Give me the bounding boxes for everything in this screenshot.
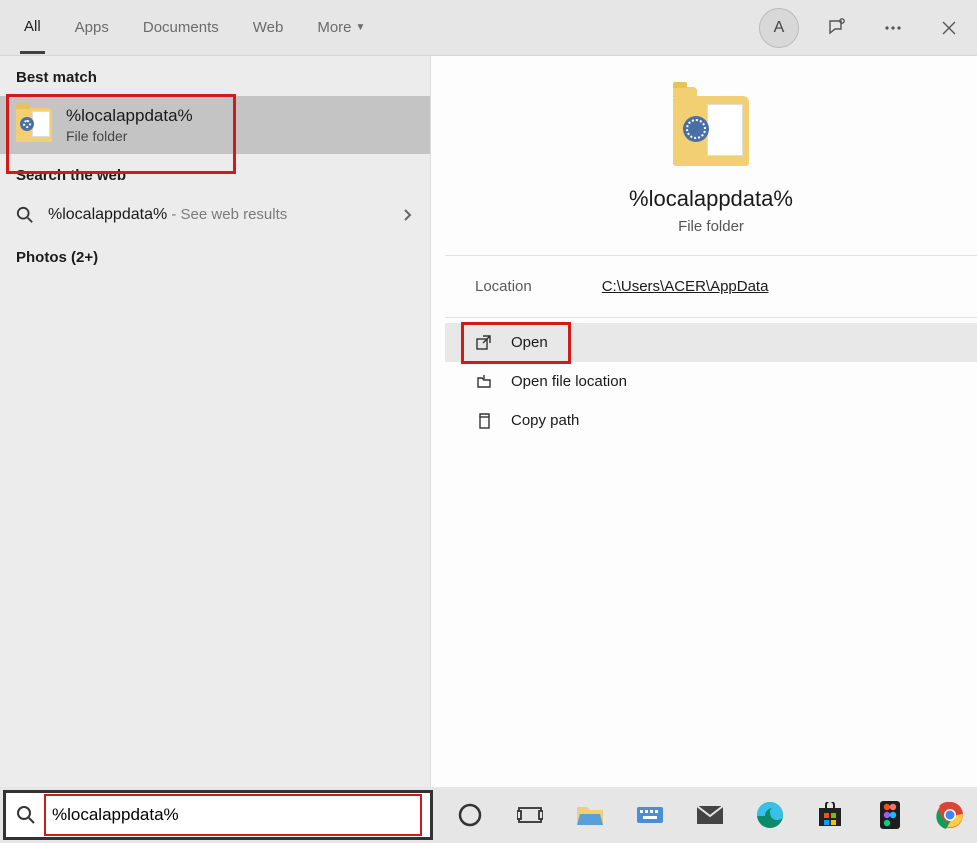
search-icon xyxy=(16,206,34,224)
web-search-result[interactable]: %localappdata% - See web results xyxy=(0,194,430,236)
search-icon xyxy=(16,805,36,825)
action-list: Open Open file location Copy path xyxy=(445,318,977,445)
tab-web[interactable]: Web xyxy=(249,3,288,52)
tab-all[interactable]: All xyxy=(20,2,45,54)
task-view-icon[interactable] xyxy=(514,799,546,831)
user-avatar[interactable]: A xyxy=(759,8,799,48)
web-query-text: %localappdata% xyxy=(48,206,167,223)
location-label: Location xyxy=(475,278,532,295)
taskbar-icons xyxy=(436,799,966,831)
action-open[interactable]: Open xyxy=(445,323,977,362)
search-filter-bar: All Apps Documents Web More ▼ A xyxy=(0,0,977,56)
mail-icon[interactable] xyxy=(694,799,726,831)
best-match-header: Best match xyxy=(0,56,430,96)
best-match-result[interactable]: %localappdata% File folder xyxy=(0,96,430,154)
location-row: Location C:\Users\ACER\AppData xyxy=(445,256,977,318)
main-content: Best match %localappdata% File folder Se… xyxy=(0,56,977,787)
folder-location-icon xyxy=(475,374,493,390)
taskbar-search-box[interactable] xyxy=(3,790,433,840)
action-open-label: Open xyxy=(511,334,548,351)
tab-more-label: More xyxy=(317,19,351,36)
chevron-right-icon xyxy=(402,208,414,222)
open-icon xyxy=(475,335,493,351)
figma-icon[interactable] xyxy=(874,799,906,831)
taskbar xyxy=(0,787,977,843)
search-web-header: Search the web xyxy=(0,154,430,194)
action-open-loc-label: Open file location xyxy=(511,373,627,390)
detail-subtitle: File folder xyxy=(455,218,967,235)
edge-icon[interactable] xyxy=(754,799,786,831)
microsoft-store-icon[interactable] xyxy=(814,799,846,831)
feedback-icon[interactable] xyxy=(819,10,855,46)
results-pane: Best match %localappdata% File folder Se… xyxy=(0,56,430,787)
filter-tabs: All Apps Documents Web More ▼ xyxy=(20,2,369,54)
web-suffix-text: - See web results xyxy=(167,206,287,223)
annotation-highlight-search xyxy=(46,796,420,834)
search-input[interactable] xyxy=(52,805,414,825)
chrome-icon[interactable] xyxy=(934,799,966,831)
best-match-text: %localappdata% File folder xyxy=(66,106,193,144)
action-open-file-location[interactable]: Open file location xyxy=(445,362,977,401)
detail-hero: %localappdata% File folder xyxy=(445,66,977,256)
copy-icon xyxy=(475,413,493,429)
detail-pane: %localappdata% File folder Location C:\U… xyxy=(430,56,977,787)
file-explorer-icon[interactable] xyxy=(574,799,606,831)
best-match-title: %localappdata% xyxy=(66,106,193,126)
cortana-icon[interactable] xyxy=(454,799,486,831)
folder-icon xyxy=(16,108,52,142)
tab-more[interactable]: More ▼ xyxy=(313,3,369,52)
caret-down-icon: ▼ xyxy=(356,22,366,33)
folder-icon-large xyxy=(673,96,749,166)
top-right-controls: A xyxy=(759,8,967,48)
on-screen-keyboard-icon[interactable] xyxy=(634,799,666,831)
action-copy-path-label: Copy path xyxy=(511,412,579,429)
photos-header[interactable]: Photos (2+) xyxy=(0,236,430,276)
best-match-subtitle: File folder xyxy=(66,128,193,144)
tab-documents[interactable]: Documents xyxy=(139,3,223,52)
location-value[interactable]: C:\Users\ACER\AppData xyxy=(602,278,769,295)
more-options-icon[interactable] xyxy=(875,10,911,46)
action-copy-path[interactable]: Copy path xyxy=(445,401,977,440)
detail-title: %localappdata% xyxy=(455,186,967,212)
close-icon[interactable] xyxy=(931,10,967,46)
tab-apps[interactable]: Apps xyxy=(71,3,113,52)
